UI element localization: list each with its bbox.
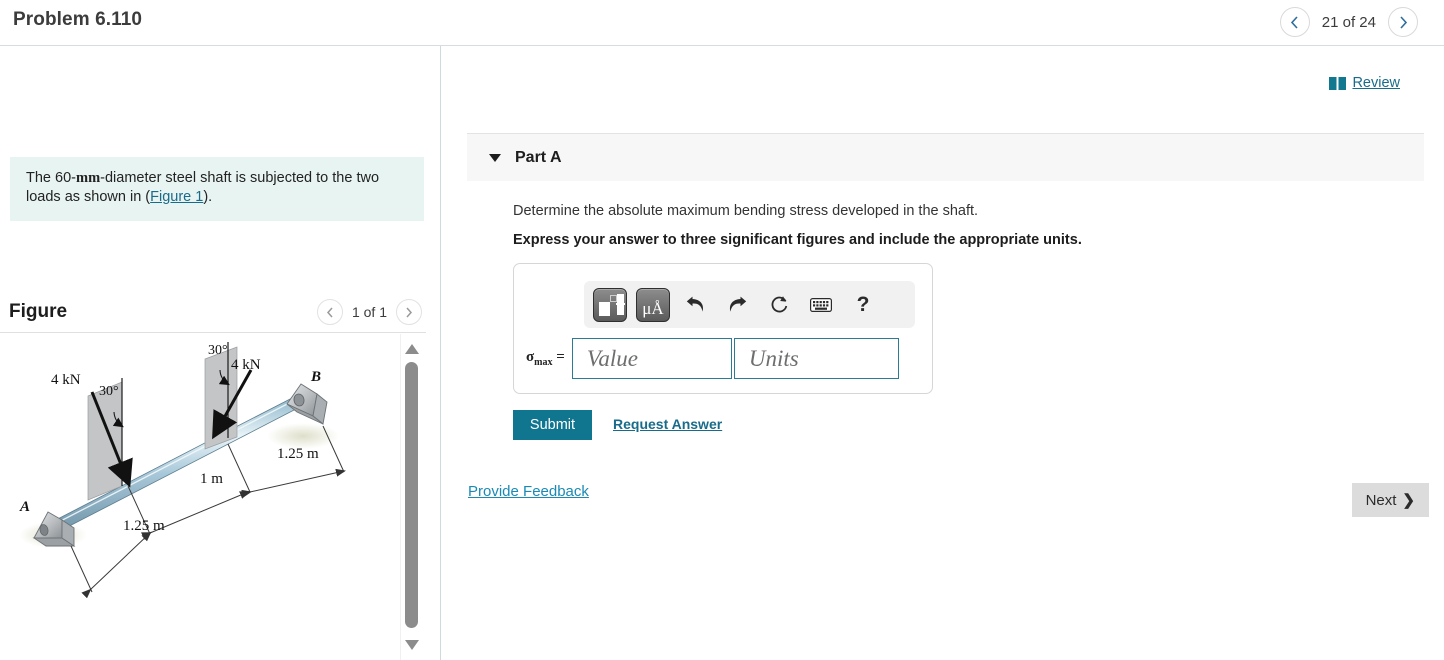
help-button[interactable]: ? — [846, 288, 880, 322]
next-button[interactable]: Next ❯ — [1351, 483, 1429, 517]
redo-button[interactable] — [720, 288, 754, 322]
keyboard-icon — [810, 297, 832, 312]
page-root: Problem 6.110 21 of 24 The 60-mm-diamete… — [0, 0, 1444, 660]
next-problem-button[interactable] — [1388, 7, 1418, 37]
keyboard-button[interactable] — [804, 288, 838, 322]
statement-text-prefix: The 60- — [26, 170, 76, 186]
top-bar: Problem 6.110 21 of 24 — [0, 0, 1444, 46]
review-link[interactable]: Review — [1329, 75, 1400, 91]
next-button-label: Next — [1365, 491, 1397, 509]
figure-next-button[interactable] — [396, 299, 422, 325]
problem-pager-label: 21 of 24 — [1321, 13, 1376, 31]
undo-button[interactable] — [678, 288, 712, 322]
units-button[interactable]: μÅ — [636, 287, 670, 322]
load-plane-left — [87, 381, 123, 501]
chevron-right-icon: ❯ — [1402, 492, 1415, 509]
part-a-header[interactable]: Part A — [467, 133, 1424, 181]
reset-button[interactable] — [762, 288, 796, 322]
part-a-label: Part A — [515, 148, 562, 166]
question-text: Determine the absolute maximum bending s… — [513, 203, 979, 219]
answer-value-input[interactable] — [571, 338, 732, 379]
provide-feedback-link[interactable]: Provide Feedback — [468, 483, 589, 500]
figure-dim-mid-label: 1 m — [200, 471, 223, 487]
figure-viewport: A B 4 kN 30° 4 kN 30° 1.25 m 1 m 1.25 m — [0, 334, 426, 660]
figure-divider — [0, 332, 426, 333]
answer-toolbar: μÅ ? — [584, 281, 915, 328]
problem-pager: 21 of 24 — [1279, 7, 1418, 37]
math-template-button[interactable] — [593, 287, 627, 322]
micro-angstrom-units-icon: μÅ — [642, 298, 664, 318]
chevron-left-icon — [326, 307, 333, 317]
chevron-left-icon — [1291, 15, 1298, 29]
answer-variable-label: σmax = — [526, 349, 565, 368]
shaft-loading-diagram: A B 4 kN 30° 4 kN 30° 1.25 m 1 m 1.25 m — [19, 342, 346, 599]
left-pane: The 60-mm-diameter steel shaft is subjec… — [0, 46, 440, 660]
request-answer-link[interactable]: Request Answer — [613, 416, 722, 432]
figure-angle-right-label: 30° — [208, 343, 228, 358]
scrollbar-thumb[interactable] — [405, 362, 418, 628]
answer-entry-box: μÅ ? σmax = Value Units — [513, 263, 933, 394]
steel-shaft — [47, 397, 299, 535]
figure-label-a: A — [19, 499, 30, 515]
figure-dim-left-label: 1.25 m — [123, 518, 165, 534]
previous-problem-button[interactable] — [1279, 7, 1310, 37]
figure-scrollbar[interactable] — [400, 334, 422, 660]
bearing-support-b — [286, 383, 328, 425]
caret-down-icon[interactable] — [489, 153, 501, 162]
figure-dim-right-label: 1.25 m — [277, 446, 319, 462]
submit-button[interactable]: Submit — [513, 410, 592, 440]
question-mark-icon: ? — [856, 292, 870, 316]
page-title: Problem 6.110 — [13, 9, 143, 30]
scroll-down-button[interactable] — [404, 638, 420, 652]
book-icon — [1329, 76, 1347, 90]
figure-pager: 1 of 1 — [316, 299, 422, 325]
figure-load-right-label: 4 kN — [231, 357, 261, 373]
review-link-label: Review — [1352, 75, 1400, 91]
math-template-icon — [599, 301, 610, 316]
scroll-up-button[interactable] — [404, 342, 420, 356]
reset-circle-icon — [771, 296, 787, 313]
figure-title: Figure — [9, 301, 68, 322]
figure-angle-left-label: 30° — [99, 384, 119, 399]
chevron-right-icon — [406, 307, 413, 317]
figure-previous-button[interactable] — [316, 299, 343, 325]
chevron-right-icon — [1399, 15, 1407, 29]
problem-statement: The 60-mm-diameter steel shaft is subjec… — [10, 157, 424, 222]
figure-label-b: B — [310, 369, 321, 385]
question-instruction: Express your answer to three significant… — [513, 232, 1082, 248]
right-pane: Review Part A Determine the absolute max… — [441, 46, 1444, 660]
statement-text-suffix: ). — [203, 189, 213, 206]
figure-load-left-label: 4 kN — [51, 372, 81, 388]
undo-arrow-icon — [686, 296, 703, 312]
figure-pager-label: 1 of 1 — [351, 304, 387, 320]
figure-1-link[interactable]: Figure 1 — [150, 189, 203, 205]
answer-units-input[interactable] — [733, 338, 899, 379]
statement-unit-mm: mm — [75, 170, 101, 186]
redo-arrow-icon — [729, 296, 746, 312]
answer-input-row: σmax = — [526, 338, 899, 379]
